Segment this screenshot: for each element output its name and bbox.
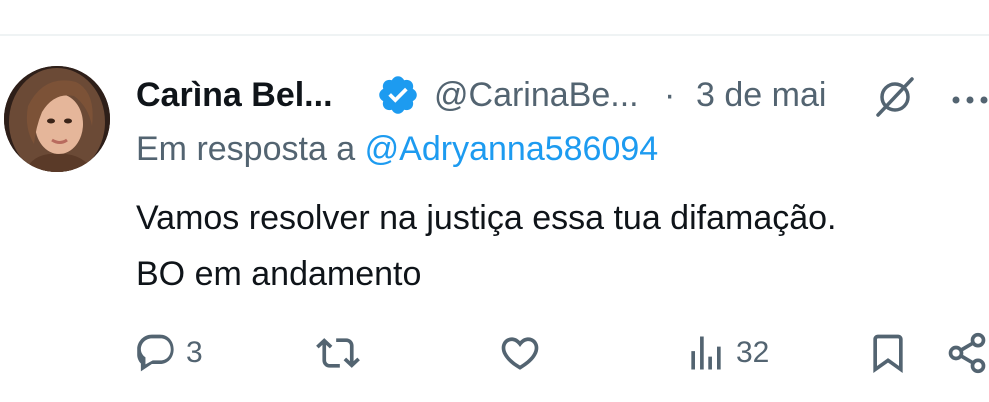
- bookmark-button[interactable]: [866, 328, 910, 378]
- author-name[interactable]: Carìna Bel...: [136, 76, 333, 115]
- reply-mention-link[interactable]: @Adryanna586094: [365, 130, 659, 168]
- tweet-header: Carìna Bel... @CarinaBe... · 3 de mai: [136, 70, 989, 120]
- heart-icon: [501, 337, 539, 370]
- share-icon: [948, 332, 986, 374]
- like-button[interactable]: [498, 328, 550, 378]
- verified-badge-icon: [376, 73, 420, 117]
- views-button[interactable]: 32: [684, 328, 769, 378]
- grok-icon[interactable]: [872, 74, 918, 120]
- action-bar: 3 32: [0, 328, 989, 378]
- reply-icon: [137, 334, 174, 372]
- retweet-icon: [316, 338, 360, 368]
- reply-count: 3: [186, 336, 203, 369]
- reply-prefix: Em resposta a: [136, 130, 356, 168]
- views-count: 32: [736, 336, 770, 369]
- avatar-image: [4, 66, 110, 172]
- tweet-date[interactable]: 3 de mai: [696, 76, 826, 115]
- reply-context: Em resposta a @Adryanna586094: [136, 130, 658, 169]
- views-icon: [691, 336, 721, 370]
- tweet-text-line: Vamos resolver na justiça essa tua difam…: [136, 199, 837, 237]
- retweet-button[interactable]: [316, 328, 368, 378]
- top-divider: [0, 34, 989, 36]
- tweet-text-line: BO em andamento: [136, 255, 422, 293]
- separator-dot: ·: [664, 76, 676, 114]
- share-button[interactable]: [945, 328, 989, 378]
- reply-button[interactable]: 3: [134, 328, 203, 378]
- avatar[interactable]: [4, 66, 110, 172]
- tweet-text: Vamos resolver na justiça essa tua difam…: [136, 190, 976, 302]
- author-handle[interactable]: @CarinaBe...: [434, 76, 639, 115]
- more-icon[interactable]: [948, 78, 989, 118]
- bookmark-icon: [873, 334, 903, 374]
